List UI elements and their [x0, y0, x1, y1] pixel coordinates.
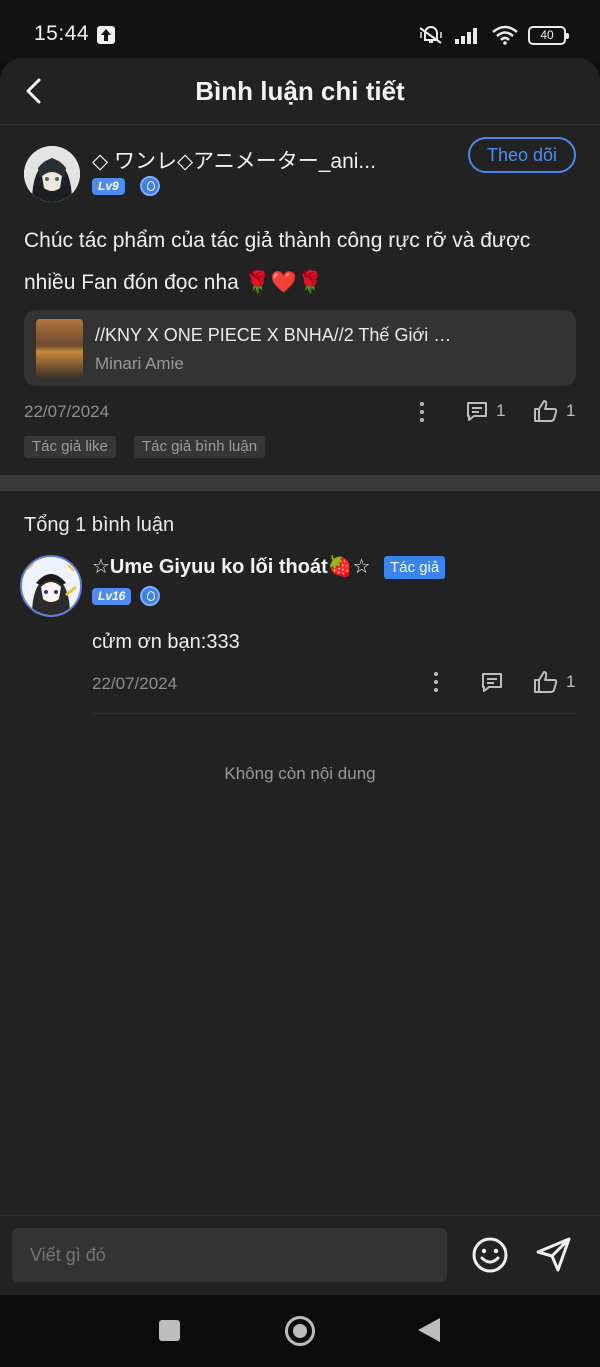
reply-vip-drop-icon: [140, 586, 160, 606]
reply-more-options-icon[interactable]: [433, 672, 439, 694]
like-count: 1: [566, 401, 576, 420]
thumbs-up-icon: [534, 671, 558, 693]
thumbs-up-icon: [534, 400, 558, 422]
tag-author-liked: Tác giả like: [24, 436, 116, 458]
comment-detail-sheet: Bình luận chi tiết ◇ ワンレ◇アニメーター_ani... L…: [0, 58, 600, 1295]
section-divider: [0, 475, 600, 491]
comment-icon: [467, 402, 487, 421]
reply-like-count: 1: [566, 672, 576, 691]
emoji-icon[interactable]: [471, 1236, 509, 1274]
avatar[interactable]: [24, 146, 80, 202]
work-title: //KNY X ONE PIECE X BNHA//2 Thế Giới P..…: [95, 325, 455, 345]
send-icon[interactable]: [534, 1234, 574, 1274]
composer-bar: [0, 1215, 600, 1295]
comment-icon: [482, 673, 502, 692]
post-text: Chúc tác phẩm của tác giả thành công rực…: [24, 229, 531, 294]
post-date: 22/07/2024: [24, 402, 110, 421]
reply-avatar[interactable]: [20, 555, 82, 617]
work-card[interactable]: //KNY X ONE PIECE X BNHA//2 Thế Giới P..…: [24, 310, 576, 386]
reply-like-button[interactable]: 1: [533, 670, 575, 694]
status-icons: 40: [418, 24, 569, 46]
comment-total: Tổng 1 bình luận: [24, 514, 175, 536]
vip-drop-icon: [140, 176, 160, 196]
more-options-icon[interactable]: [419, 402, 425, 424]
reply-username[interactable]: ☆Ume Giyuu ko lối thoát🍓☆: [92, 554, 371, 579]
tag-author-commented: Tác giả bình luận: [134, 436, 266, 458]
page-title: Bình luận chi tiết: [195, 76, 405, 106]
post-username[interactable]: ◇ ワンレ◇アニメーター_ani...: [92, 145, 392, 175]
reply-separator: [92, 713, 576, 714]
status-bar: 15:44 40: [0, 0, 600, 62]
comment-count: 1: [496, 401, 506, 420]
status-time: 15:44: [34, 22, 90, 45]
work-cover-image: [36, 319, 83, 378]
comment-button[interactable]: 1: [465, 399, 505, 423]
like-button[interactable]: 1: [533, 399, 575, 423]
mute-vibrate-icon: [419, 26, 442, 44]
system-nav-bar: [0, 1295, 600, 1367]
work-author: Minari Amie: [95, 354, 184, 373]
signal-icon: [455, 28, 477, 44]
wifi-icon: [492, 25, 518, 45]
home-icon[interactable]: [285, 1316, 315, 1346]
back-triangle-icon[interactable]: [418, 1318, 440, 1342]
reply-date: 22/07/2024: [92, 674, 178, 693]
comment-input[interactable]: [12, 1228, 447, 1282]
end-of-content-note: Không còn nội dung: [224, 764, 376, 783]
battery-icon: 40: [528, 25, 569, 45]
upload-icon: [97, 26, 115, 44]
recents-icon[interactable]: [159, 1320, 180, 1341]
follow-button[interactable]: Theo dõi: [468, 137, 576, 173]
reply-comment-button[interactable]: [480, 670, 504, 694]
level-badge: Lv9: [92, 178, 125, 195]
reply-level-badge: Lv16: [92, 588, 132, 605]
author-badge: Tác giả: [384, 556, 446, 579]
header: Bình luận chi tiết: [0, 58, 600, 125]
reply-text: cửm ơn bạn:333: [92, 631, 240, 653]
